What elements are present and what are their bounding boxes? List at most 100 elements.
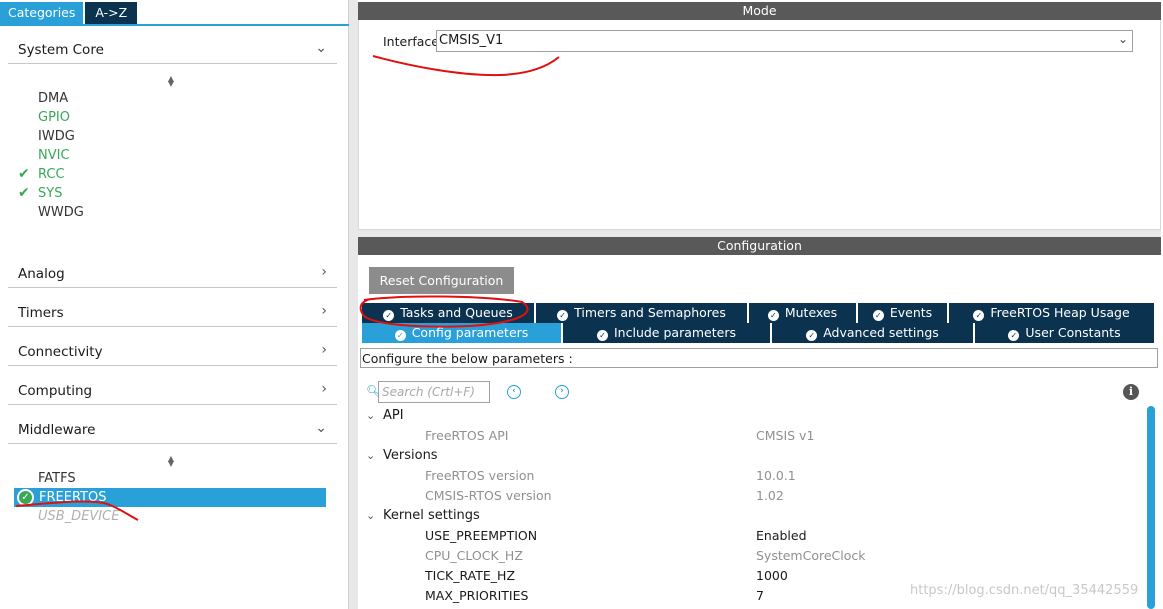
group-label: Kernel settings [383,508,480,523]
tab-mutexes[interactable]: ✓ Mutexes [749,303,857,323]
chevron-down-icon: ⌄ [366,509,376,522]
category-timers[interactable]: Timers › [8,299,337,327]
tab-tasks-and-queues[interactable]: ✓ Tasks and Queues [362,303,535,323]
check-circle-icon: ✓ [973,310,985,321]
param-name[interactable]: CMSIS-RTOS version [425,486,552,506]
tab-events[interactable]: ✓ Events [858,303,948,323]
category-computing[interactable]: Computing › [8,377,337,405]
category-middleware[interactable]: Middleware ⌄ [8,416,337,444]
chevron-down-icon: ⌄ [315,40,327,56]
param-value[interactable]: 1000 [756,566,788,586]
tab-include-parameters[interactable]: ✓ Include parameters [563,323,771,343]
info-icon[interactable]: i [1123,384,1139,400]
chevron-down-icon: ⌄ [366,409,376,422]
configuration-header: Configuration [358,237,1161,255]
chevron-right-icon: › [321,381,327,397]
chevron-down-icon: ⌄ [366,449,376,462]
next-match-icon[interactable]: › [555,385,569,399]
tab-label: Config parameters [411,325,529,340]
peripheral-nvic[interactable]: NVIC [38,146,70,165]
sort-icon[interactable]: ▲ ▼ [165,75,177,88]
tab-label: Tasks and Queues [400,305,513,320]
mode-header: Mode [358,2,1161,20]
panel-splitter[interactable] [349,0,358,609]
sort-icon[interactable]: ▲ ▼ [165,455,177,468]
category-system-core[interactable]: System Core ⌄ [8,36,337,64]
check-circle-icon: ✓ [557,310,569,321]
middleware-usb-device[interactable]: USB_DEVICE [38,507,119,526]
tab-freertos-heap-usage[interactable]: ✓ FreeRTOS Heap Usage [949,303,1155,323]
tab-timers-and-semaphores[interactable]: ✓ Timers and Semaphores [536,303,748,323]
check-circle-icon: ✓ [383,310,395,321]
tab-advanced-settings[interactable]: ✓ Advanced settings [772,323,974,343]
peripheral-rcc[interactable]: RCC [38,165,65,184]
tab-label: User Constants [1025,325,1121,340]
param-value[interactable]: Enabled [756,526,807,546]
group-label: Versions [383,448,438,463]
vertical-scrollbar[interactable] [1147,406,1155,609]
peripheral-dma[interactable]: DMA [38,89,68,108]
param-name[interactable]: CPU_CLOCK_HZ [425,546,523,566]
check-circle-icon: ✓ [394,330,406,341]
param-value[interactable]: 7 [756,586,764,606]
category-label: Middleware [18,422,96,438]
category-label: Computing [18,383,93,399]
tab-user-constants[interactable]: ✓ User Constants [975,323,1155,343]
check-icon: ✔ [18,166,30,182]
check-circle-icon: ✓ [767,310,779,321]
section-divider [358,230,1161,237]
category-label: Analog [18,266,65,282]
tab-label: Events [889,305,933,320]
group-label: API [383,408,404,423]
description-box: Configure the below parameters : [360,348,1158,368]
chevron-right-icon: › [321,342,327,358]
param-value[interactable]: CMSIS v1 [756,426,814,446]
watermark: https://blog.csdn.net/qq_35442559 [910,583,1139,598]
category-connectivity[interactable]: Connectivity › [8,338,337,366]
peripheral-sys[interactable]: SYS [38,184,62,203]
middleware-label: FREERTOS [39,490,107,505]
tab-label: Timers and Semaphores [574,305,726,320]
enabled-check-icon: ✓ [17,489,34,506]
group-kernel-settings[interactable]: ⌄ Kernel settings [366,506,480,526]
peripheral-gpio[interactable]: GPIO [38,108,70,127]
check-circle-icon: ✓ [1008,330,1020,341]
interface-label: Interface [383,34,439,49]
param-value[interactable]: 10.0.1 [756,466,796,486]
tab-label: Include parameters [614,325,736,340]
tab-a-to-z[interactable]: A->Z [85,2,138,24]
category-label: System Core [18,42,104,58]
group-api[interactable]: ⌄ API [366,406,404,426]
param-value[interactable]: 1.02 [756,486,784,506]
middleware-fatfs[interactable]: FATFS [38,469,76,488]
chevron-right-icon: › [321,303,327,319]
previous-match-icon[interactable]: ‹ [507,385,521,399]
param-name[interactable]: FreeRTOS version [425,466,534,486]
check-circle-icon: ✓ [597,330,608,341]
categories-panel: Categories A->Z System Core ⌄ ▲ ▼ DMA GPI… [0,0,349,609]
group-versions[interactable]: ⌄ Versions [366,446,438,466]
interface-value: CMSIS_V1 [439,33,504,48]
tab-label: FreeRTOS Heap Usage [990,305,1130,320]
tab-config-parameters[interactable]: ✓ Config parameters [362,323,562,343]
middleware-freertos[interactable]: ✓ FREERTOS [14,488,326,507]
description-text: Configure the below parameters : [362,351,573,366]
category-analog[interactable]: Analog › [8,260,337,288]
view-tabs: Categories A->Z [0,2,139,24]
tab-label: Mutexes [784,305,838,320]
search-input[interactable] [378,381,490,403]
tab-label: Advanced settings [823,325,939,340]
param-name[interactable]: FreeRTOS API [425,426,508,446]
interface-select[interactable]: CMSIS_V1 ⌄ [436,30,1133,52]
check-circle-icon: ✓ [872,310,884,321]
param-name[interactable]: MAX_PRIORITIES [425,586,528,606]
param-name[interactable]: USE_PREEMPTION [425,526,537,546]
tab-underline [0,24,349,26]
peripheral-iwdg[interactable]: IWDG [38,127,75,146]
tab-categories[interactable]: Categories [0,2,84,24]
param-name[interactable]: TICK_RATE_HZ [425,566,515,586]
reset-configuration-button[interactable]: Reset Configuration [369,267,514,294]
param-value[interactable]: SystemCoreClock [756,546,866,566]
category-label: Timers [18,305,64,321]
peripheral-wwdg[interactable]: WWDG [38,203,84,222]
